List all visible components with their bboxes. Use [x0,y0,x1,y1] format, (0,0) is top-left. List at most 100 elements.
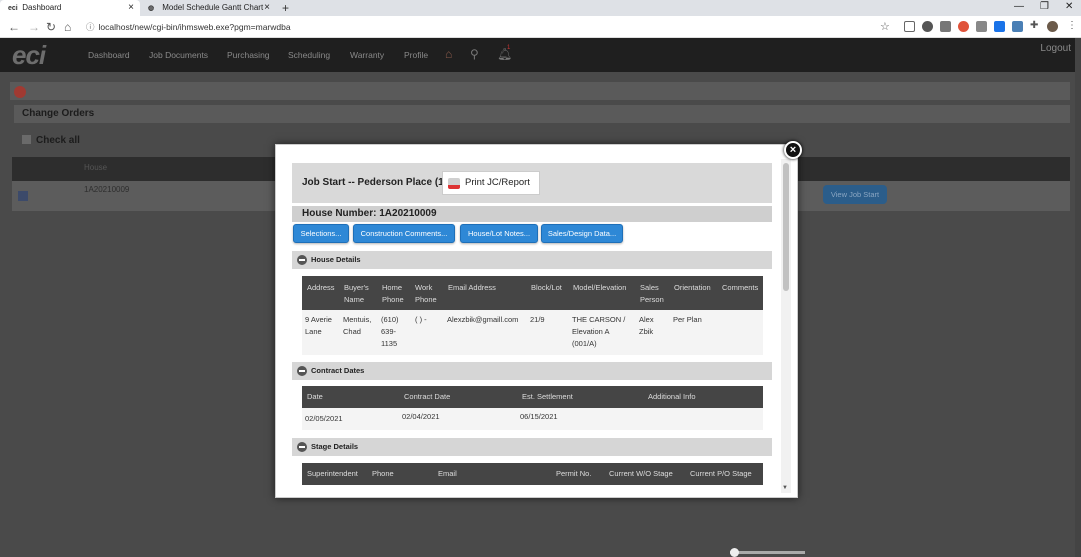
toolbar-strip [10,82,1070,100]
extension-icon[interactable] [976,21,987,32]
collapse-icon[interactable] [297,366,307,376]
check-all[interactable]: Check all [22,135,80,146]
tab-label: Dashboard [22,3,62,12]
contract-dates-section-header[interactable]: Contract Dates [292,362,772,380]
collapse-icon[interactable] [297,255,307,265]
restore-icon[interactable]: ❐ [1040,0,1049,14]
info-icon[interactable]: ⓘ [86,22,95,32]
url-text: localhost/new/cgi-bin/ihmsweb.exe?pgm=ma… [98,22,291,32]
house-number: House Number: 1A20210009 [302,208,437,219]
construction-comments-button[interactable]: Construction Comments... [353,224,455,243]
cell-est-settlement: 06/15/2021 [520,412,558,421]
modal-close-button[interactable]: × [784,141,802,159]
column-header: Orientation [674,283,711,292]
column-header: Current P/O Stage [690,469,752,478]
nav-profile[interactable]: Profile [404,50,428,60]
section-label: Stage Details [311,442,359,451]
url-field[interactable]: ⓘ localhost/new/cgi-bin/ihmsweb.exe?pgm=m… [86,20,291,34]
new-tab-button[interactable]: + [282,0,289,16]
column-header: Phone [372,469,394,478]
cell-home-phone: (610) 639-1135 [381,315,399,348]
selections-button[interactable]: Selections... [293,224,349,243]
cell-orientation: Per Plan [673,315,702,324]
printer-icon [448,178,460,189]
sales-design-data-button[interactable]: Sales/Design Data... [541,224,623,243]
modal-scrollbar-thumb[interactable] [783,163,789,291]
table-row: 02/05/2021 02/04/2021 06/15/2021 [302,408,763,430]
column-header: Sales Person [640,283,664,304]
view-job-start-button[interactable]: View Job Start [823,185,887,204]
media-progress-track[interactable] [730,551,805,554]
browser-menu-icon[interactable]: ⋮ [1067,20,1077,31]
forward-icon[interactable]: → [28,20,40,34]
row-checkbox[interactable] [18,191,28,201]
extension-icon[interactable] [1012,21,1023,32]
address-bar-row: ← → ↻ ⌂ ⓘ localhost/new/cgi-bin/ihmsweb.e… [0,16,1081,38]
page-scrollbar[interactable] [1075,38,1081,557]
house-number-bar: House Number: 1A20210009 [292,206,772,222]
modal-scrollbar[interactable]: ▼ [781,159,791,493]
column-header: Block/Lot [531,283,562,292]
extension-icon[interactable] [922,21,933,32]
logout-link[interactable]: Logout [1040,43,1071,54]
eci-logo[interactable]: eci [12,40,46,71]
change-orders-header: Change Orders [14,105,1070,123]
collapse-icon[interactable] [297,442,307,452]
column-header: Comments [722,283,759,292]
extension-icon[interactable] [994,21,1005,32]
column-header: Contract Date [404,392,451,401]
column-header: Permit No. [556,469,592,478]
section-label: House Details [311,255,361,264]
close-tab-icon[interactable]: × [264,0,270,16]
record-icon[interactable] [14,86,26,98]
back-icon[interactable]: ← [8,20,20,34]
notification-badge: 1 [507,45,511,51]
stage-details-table-header: Superintendent Phone Email Permit No. Cu… [302,463,763,485]
bookmark-star-icon[interactable]: ☆ [880,20,890,33]
home-icon[interactable]: ⌂ [64,20,71,34]
tab-label: Model Schedule Gantt Chart [162,3,264,12]
nav-scheduling[interactable]: Scheduling [288,50,330,60]
print-report-label: Print JC/Report [465,177,530,188]
extension-icon[interactable] [940,21,951,32]
check-all-checkbox[interactable] [22,135,31,144]
section-label: Contract Dates [311,366,365,375]
extensions-puzzle-icon[interactable]: ✚ [1030,20,1038,31]
nav-purchasing[interactable]: Purchasing [227,50,270,60]
column-header: Est. Settlement [522,392,573,401]
tab-model-schedule[interactable]: ◍ Model Schedule Gantt Chart × [140,0,276,16]
avatar[interactable] [1047,21,1058,32]
table-row: 9 Averie Lane Mentuis, Chad (610) 639-11… [302,310,763,355]
cell-date: 02/05/2021 [305,414,343,423]
cell-sales-person: Alex Zbik [639,315,654,336]
extension-icon[interactable] [904,21,915,32]
modal-title: Job Start -- Pederson Place (1A) [302,177,455,188]
house-details-table-header: Address Buyer's Name Home Phone Work Pho… [302,276,763,310]
column-header: Date [307,392,323,401]
search-icon[interactable]: ⚲ [470,47,479,61]
close-tab-icon[interactable]: × [128,0,134,16]
nav-warranty[interactable]: Warranty [350,50,384,60]
tab-dashboard[interactable]: eci Dashboard × [0,0,140,16]
check-all-label: Check all [36,135,80,146]
house-details-section-header[interactable]: House Details [292,251,772,269]
scroll-down-icon[interactable]: ▼ [782,485,788,491]
cell-model-elevation: THE CARSON / Elevation A (001/A) [572,315,626,348]
media-progress-handle[interactable] [730,548,739,557]
job-start-modal: Job Start -- Pederson Place (1A) Print J… [275,144,798,498]
houses-icon[interactable]: ⌂ [445,47,452,61]
column-header: Superintendent [307,469,358,478]
minimize-icon[interactable]: — [1014,0,1024,14]
nav-job-documents[interactable]: Job Documents [149,50,208,60]
column-header: Address [307,283,335,292]
stage-details-section-header[interactable]: Stage Details [292,438,772,456]
window-close-icon[interactable]: ✕ [1065,0,1073,14]
print-report-button[interactable]: Print JC/Report [442,171,540,195]
reload-icon[interactable]: ↻ [46,20,56,34]
change-orders-title: Change Orders [22,108,95,119]
cell-address: 9 Averie Lane [305,315,332,336]
extension-icon[interactable] [958,21,969,32]
house-lot-notes-button[interactable]: House/Lot Notes... [460,224,538,243]
column-header: Work Phone [415,283,437,304]
nav-dashboard[interactable]: Dashboard [88,50,130,60]
